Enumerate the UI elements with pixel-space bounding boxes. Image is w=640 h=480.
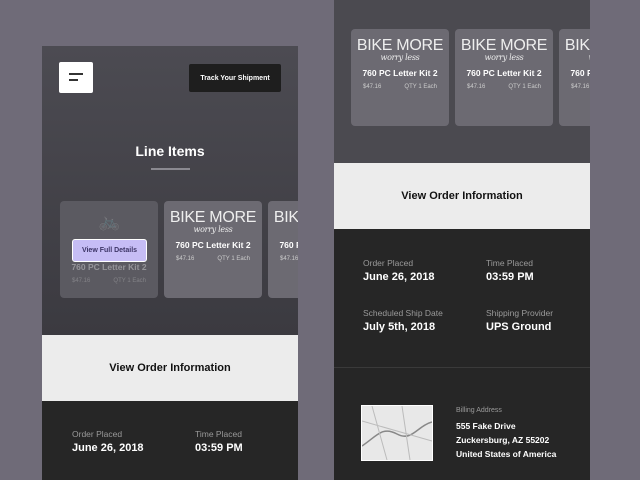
product-card[interactable]: BIKE MOREworry less 760 PC Letter Kit 2 … [268,201,298,298]
order-placed-value: June 26, 2018 [72,442,144,454]
product-price: $47.16 [176,256,195,262]
view-order-information-header[interactable]: View Order Information [334,163,590,229]
line-items-screen: Track Your Shipment Line Items 🚲 760 PC … [42,46,298,480]
order-placed-label: Order Placed [363,258,414,268]
bike-logo-icon: 🚲 [97,211,121,231]
time-placed-value: 03:59 PM [486,271,534,283]
bike-more-logo: BIKE MOREworry less [273,209,298,235]
product-name: 760 PC Letter Kit 2 [279,240,298,250]
address-line-2: Zuckersburg, AZ 55202 [456,435,550,445]
product-qty: QTY 1 Each [113,278,146,284]
product-price: $47.16 [363,84,382,90]
menu-button[interactable] [59,62,93,93]
product-qty: QTY 1 Each [508,84,541,90]
billing-address-label: Billing Address [456,407,502,414]
time-placed-value: 03:59 PM [195,442,243,454]
product-price: $47.16 [571,84,590,90]
provider-label: Shipping Provider [486,308,554,318]
order-placed-value: June 26, 2018 [363,271,435,283]
product-card[interactable]: BIKE MOREworry less 760 PC Letter Kit 2 … [455,29,553,126]
product-name: 760 PC Letter Kit 2 [71,262,147,272]
product-qty: QTY 1 Each [404,84,437,90]
bike-more-logo: BIKE MOREworry less [564,37,590,63]
billing-address: Billing Address 555 Fake Drive Zuckersbu… [456,405,556,461]
product-card[interactable]: BIKE MOREworry less 760 PC Letter Kit 2 … [164,201,262,298]
ship-date-label: Scheduled Ship Date [363,308,443,318]
title-underline [151,168,190,170]
product-qty: QTY 1 Each [217,256,250,262]
product-name: 760 PC Letter Kit 2 [362,68,438,78]
product-card[interactable]: BIKE MOREworry less 760 PC Letter Kit 2 … [559,29,590,126]
ship-date-value: July 5th, 2018 [363,321,436,333]
address-line-3: United States of America [456,449,557,459]
time-placed-label: Time Placed [195,429,242,439]
view-order-information-button[interactable]: View Order Information [42,335,298,401]
address-line-1: 555 Fake Drive [456,421,516,431]
bike-more-logo: BIKE MOREworry less [356,37,444,63]
product-name: 760 PC Letter Kit 2 [175,240,251,250]
time-placed-label: Time Placed [486,258,533,268]
product-price: $47.16 [72,278,91,284]
product-name: 760 PC Letter Kit 2 [466,68,542,78]
order-information-screen: BIKE MORE worry less 760 PC Letter Kit 2 … [334,0,590,480]
product-card[interactable]: BIKE MOREworry less 760 PC Letter Kit 2 … [351,29,449,126]
page-title: Line Items [135,143,205,159]
track-shipment-button[interactable]: Track Your Shipment [189,64,281,92]
bike-more-logo: BIKE MOREworry less [169,209,257,235]
billing-map[interactable] [361,405,433,461]
bike-more-logo: BIKE MOREworry less [460,37,548,63]
divider [334,367,590,368]
provider-value: UPS Ground [486,321,552,333]
product-name: 760 PC Letter Kit 2 [570,68,590,78]
product-card[interactable]: 🚲 760 PC Letter Kit 2 $47.16 QTY 1 Each V… [60,201,158,298]
product-price: $47.16 [280,256,298,262]
order-placed-label: Order Placed [72,429,123,439]
order-details: Order Placed June 26, 2018 Time Placed 03:… [42,401,298,480]
view-full-details-button[interactable]: View Full Details [72,239,147,262]
product-price: $47.16 [467,84,486,90]
order-details: Order Placed June 26, 2018 Time Placed 03:… [334,229,590,480]
